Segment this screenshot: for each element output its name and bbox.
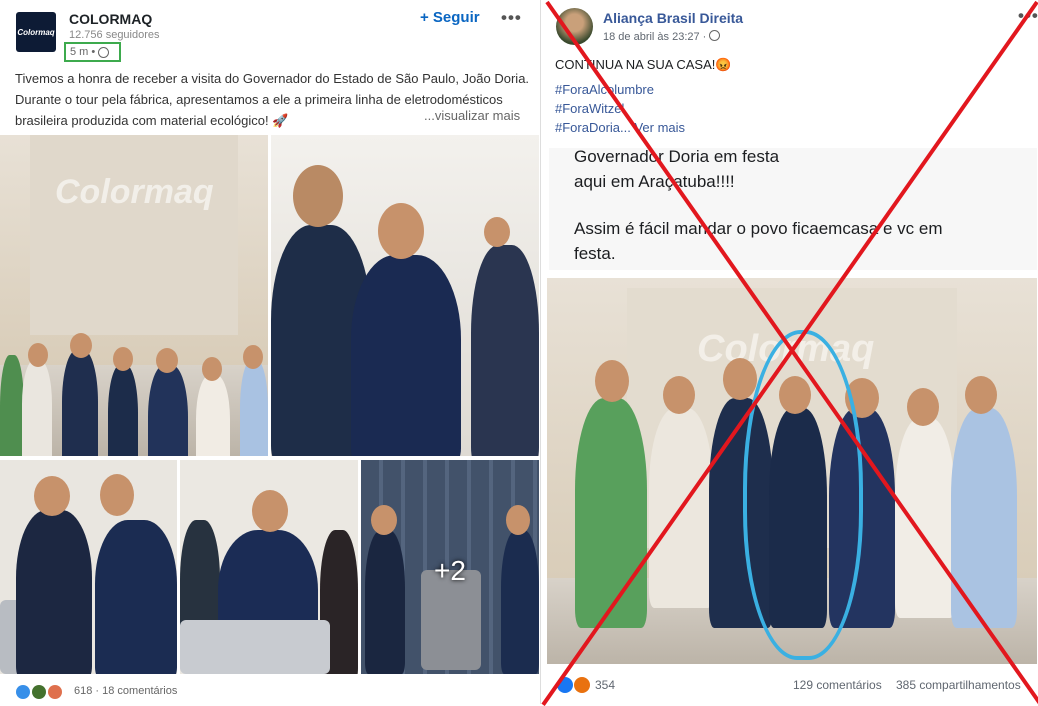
page-name[interactable]: Aliança Brasil Direita	[603, 10, 743, 26]
logo-wall-text: Colormaq	[55, 173, 214, 211]
timestamp-text: 5 m •	[70, 46, 96, 58]
highlight-circle	[743, 330, 863, 660]
company-name[interactable]: COLORMAQ	[69, 11, 152, 27]
reactions[interactable]	[16, 685, 62, 699]
post-headline: CONTINUA NA SUA CASA!😡	[555, 57, 732, 72]
hashtag-link[interactable]: #ForaDoria... Ver mais	[555, 120, 685, 135]
shared-text-line: Governador Doria em festa	[574, 147, 780, 166]
follow-button[interactable]: + Seguir	[420, 9, 480, 26]
governor-tour-photo[interactable]	[271, 135, 539, 456]
shared-group-photo[interactable]: Colormaq	[547, 278, 1037, 664]
logo-text: Colormaq	[17, 27, 55, 37]
reaction-comment-count[interactable]: 618 · 18 comentários	[74, 685, 177, 697]
shared-text-line: Assim é fácil mandar o povo ficaemcasa e…	[574, 219, 943, 238]
machine-photo-1[interactable]	[0, 460, 177, 674]
post-date-text: 18 de abril às 23:27 ·	[603, 31, 707, 43]
company-logo[interactable]: Colormaq	[16, 12, 56, 52]
celebrate-icon	[32, 685, 46, 699]
more-options-icon[interactable]: •••	[501, 8, 522, 28]
shared-text-line: aqui em Araçatuba!!!!	[574, 172, 735, 191]
group-photo[interactable]: Colormaq	[0, 135, 268, 456]
more-photos-count[interactable]: +2	[434, 555, 466, 587]
reactions-count: 618	[74, 685, 93, 697]
comments-count[interactable]: 129 comentários	[793, 678, 882, 692]
angry-icon	[574, 677, 590, 693]
shared-text-line: festa.	[574, 244, 616, 263]
comments-count: 18 comentários	[102, 685, 178, 697]
reactions-count[interactable]: 354	[595, 678, 615, 692]
like-icon	[16, 685, 30, 699]
globe-icon	[709, 30, 721, 41]
machine-photo-2[interactable]	[180, 460, 358, 674]
see-more-link[interactable]: ...visualizar mais	[420, 108, 521, 123]
love-icon	[48, 685, 62, 699]
post-timestamp: 5 m •	[64, 42, 121, 62]
globe-icon	[98, 46, 110, 58]
shares-count[interactable]: 385 compartilhamentos	[896, 678, 1021, 692]
post-date: 18 de abril às 23:27 ·	[603, 30, 721, 43]
hashtag-link[interactable]: #ForaWitzel	[555, 101, 624, 116]
follower-count: 12.756 seguidores	[69, 29, 160, 41]
